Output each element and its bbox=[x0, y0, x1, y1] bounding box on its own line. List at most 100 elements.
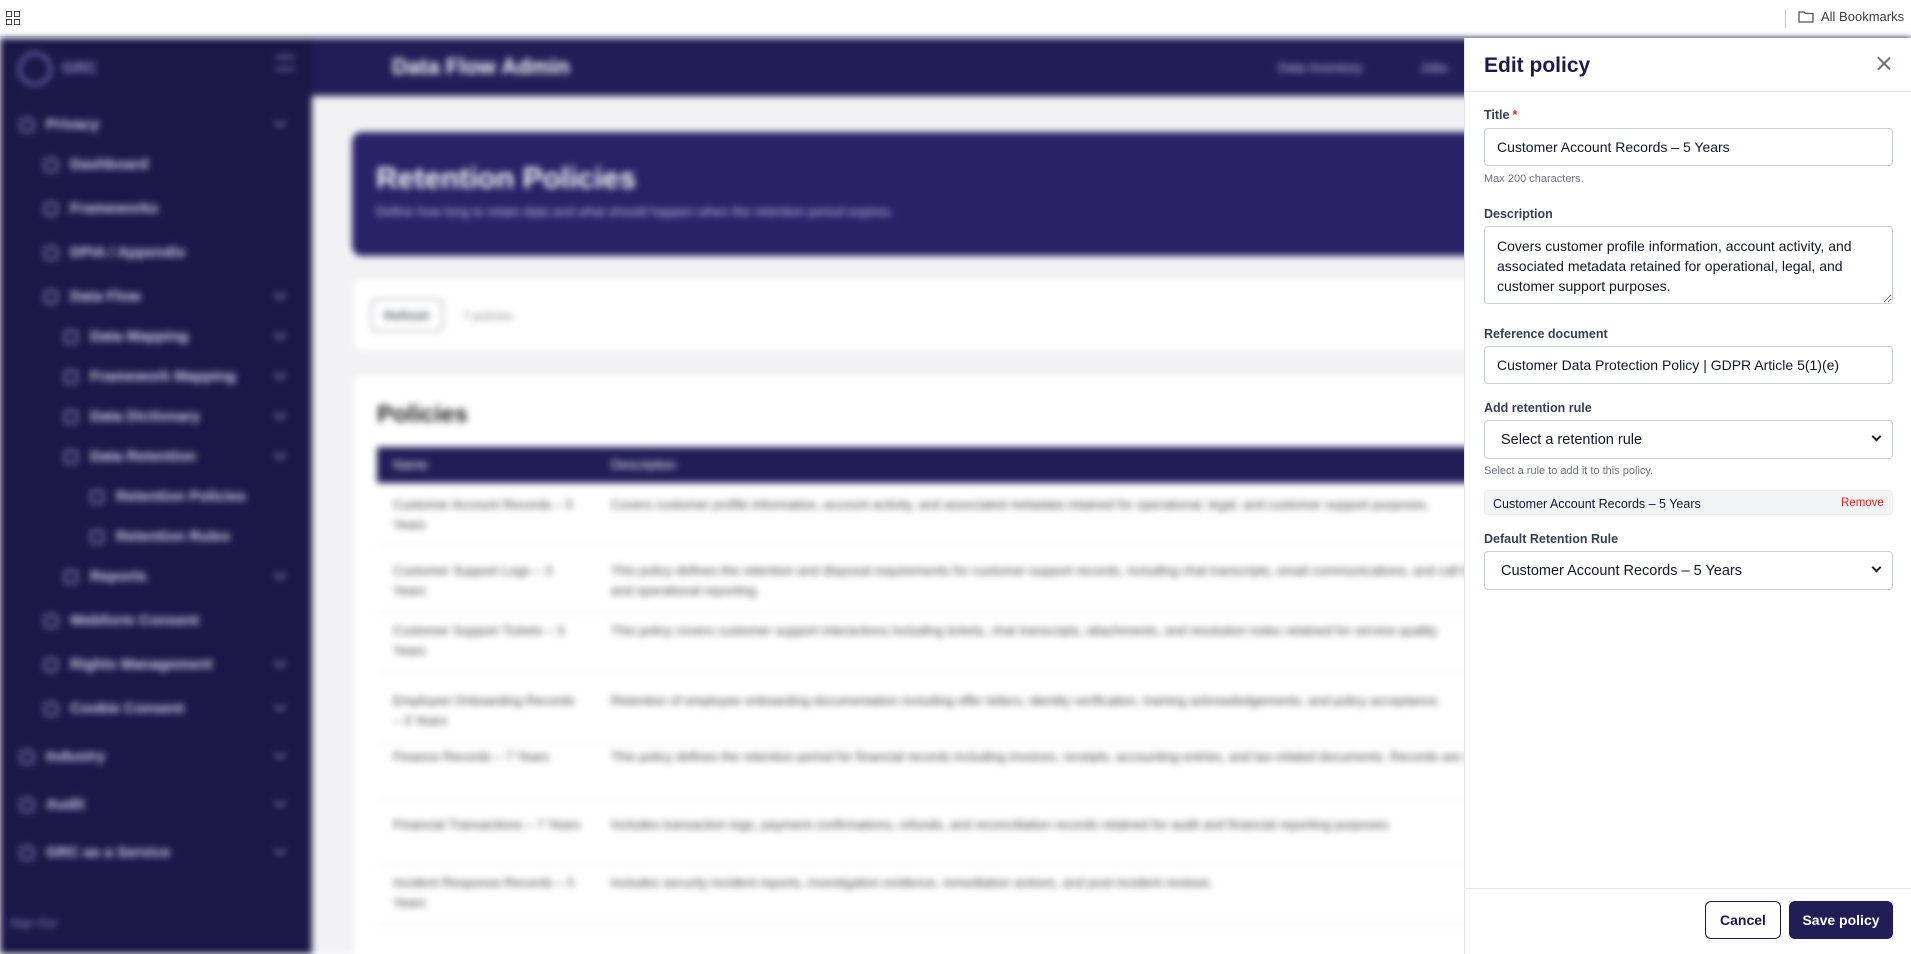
signout-link[interactable]: Sign Out bbox=[10, 916, 57, 930]
chevron-down-icon bbox=[274, 116, 286, 128]
chevron-down-icon bbox=[1871, 431, 1882, 442]
title-help-text: Max 200 characters. bbox=[1484, 173, 1584, 185]
sidebar-item-label: Privacy bbox=[46, 116, 100, 133]
chevron-down-icon bbox=[274, 328, 286, 340]
sidebar-item-icon bbox=[44, 201, 58, 216]
chevron-down-icon bbox=[274, 408, 286, 420]
chevron-down-icon bbox=[274, 656, 286, 668]
sidebar-item-label: Retention Policies bbox=[116, 488, 247, 505]
logo-mark-icon bbox=[18, 52, 52, 86]
reference-document-input[interactable] bbox=[1484, 346, 1893, 384]
all-bookmarks-label: All Bookmarks bbox=[1821, 9, 1905, 24]
header-link-data-inventory[interactable]: Data Inventory bbox=[1278, 60, 1363, 75]
sidebar-item-label: Framework Mapping bbox=[90, 368, 236, 385]
chevron-down-icon bbox=[1871, 562, 1882, 573]
sidebar-item[interactable]: Frameworks bbox=[44, 200, 158, 217]
sidebar-item-icon bbox=[90, 489, 104, 504]
apps-grid-icon[interactable] bbox=[6, 11, 20, 25]
sidebar-collapse-icon[interactable] bbox=[276, 56, 294, 70]
sidebar-item-label: Cookie Consent bbox=[70, 700, 185, 717]
sidebar-item-icon bbox=[20, 117, 34, 132]
cancel-button[interactable]: Cancel bbox=[1705, 901, 1781, 939]
sidebar-item-icon bbox=[20, 845, 34, 860]
close-icon[interactable] bbox=[1873, 53, 1895, 75]
refresh-button[interactable]: Refresh bbox=[371, 299, 443, 332]
sidebar-item-icon bbox=[90, 529, 104, 544]
add-retention-rule-select[interactable]: Select a retention rule bbox=[1484, 420, 1893, 459]
sidebar-item-label: Retention Rules bbox=[116, 528, 231, 545]
sidebar-item-icon bbox=[20, 797, 34, 812]
sidebar-item-label: DPIA / Appendix bbox=[70, 244, 186, 261]
sidebar-item-label: Data Mapping bbox=[90, 328, 189, 345]
title-input[interactable] bbox=[1484, 128, 1893, 166]
add-retention-rule-selected: Select a retention rule bbox=[1501, 432, 1643, 448]
chevron-down-icon bbox=[274, 368, 286, 380]
sidebar-item-label: Frameworks bbox=[70, 200, 159, 217]
default-retention-rule-label: Default Retention Rule bbox=[1484, 532, 1619, 546]
policy-name: Customer Support Logs – 3 Years bbox=[393, 563, 552, 598]
sidebar-item-label: Rights Management bbox=[70, 656, 213, 673]
logo-text: GRC bbox=[62, 60, 98, 77]
header-link-jobs[interactable]: Jobs bbox=[1420, 60, 1447, 75]
add-retention-rule-label: Add retention rule bbox=[1484, 401, 1592, 415]
policy-name: Financial Transactions – 7 Years bbox=[393, 817, 581, 832]
sidebar-item-label: Webform Consent bbox=[70, 612, 199, 629]
chevron-down-icon bbox=[274, 448, 286, 460]
sidebar-item[interactable]: Audit bbox=[20, 796, 84, 813]
sidebar-item-icon bbox=[64, 329, 78, 344]
sidebar-item-icon bbox=[20, 749, 34, 764]
policy-name: Incident Response Records – 5 Years bbox=[393, 875, 575, 910]
sidebar-item[interactable]: Dashboard bbox=[44, 156, 148, 173]
chevron-down-icon bbox=[274, 796, 286, 808]
sidebar-item[interactable]: GRC as a Service bbox=[20, 844, 170, 861]
edit-policy-drawer: Edit policy Title* Max 200 characters. D… bbox=[1464, 38, 1911, 954]
sidebar-item-label: Data Flow bbox=[70, 288, 141, 305]
policy-name: Customer Support Tickets – 3 Years bbox=[393, 623, 565, 658]
policies-heading: Policies bbox=[377, 401, 468, 428]
add-retention-rule-help: Select a rule to add it to this policy. bbox=[1484, 465, 1654, 477]
sidebar: GRC Privacy Dashboard Frameworks DPIA / App… bbox=[0, 38, 312, 954]
title-label-text: Title bbox=[1484, 108, 1510, 122]
all-bookmarks-button[interactable]: All Bookmarks bbox=[1798, 9, 1904, 24]
drawer-title: Edit policy bbox=[1484, 54, 1591, 77]
drawer-header: Edit policy bbox=[1465, 38, 1911, 92]
policy-name: Finance Records – 7 Years bbox=[393, 749, 550, 764]
sidebar-item[interactable]: Industry bbox=[20, 748, 105, 765]
sidebar-item[interactable]: Data Dictionary bbox=[64, 408, 200, 425]
sidebar-item[interactable]: Data Retention bbox=[64, 448, 196, 465]
policy-count: 7 policies bbox=[463, 309, 514, 323]
chevron-down-icon bbox=[274, 568, 286, 580]
sidebar-item[interactable]: Retention Rules bbox=[90, 528, 230, 545]
bookmarks-separator bbox=[1785, 9, 1786, 28]
sidebar-item[interactable]: Webform Consent bbox=[44, 612, 199, 629]
policy-name: Employee Onboarding Records – 3 Years bbox=[393, 693, 575, 728]
column-header-name: Name bbox=[393, 457, 428, 472]
sidebar-item-label: Dashboard bbox=[70, 156, 149, 173]
sidebar-item-icon bbox=[44, 657, 58, 672]
folder-icon bbox=[1798, 11, 1814, 23]
sidebar-item-label: Industry bbox=[46, 748, 106, 765]
description-textarea[interactable]: Covers customer profile information, acc… bbox=[1484, 226, 1893, 304]
added-rule-item: Customer Account Records – 5 Years Remov… bbox=[1484, 490, 1893, 515]
title-label: Title * bbox=[1484, 108, 1517, 122]
added-rule-name: Customer Account Records – 5 Years bbox=[1493, 497, 1701, 511]
sidebar-item[interactable]: Reports bbox=[64, 568, 147, 585]
bookmarks-bar: All Bookmarks bbox=[0, 0, 1911, 37]
chevron-down-icon bbox=[274, 844, 286, 856]
sidebar-item-icon bbox=[64, 409, 78, 424]
sidebar-item[interactable]: Privacy bbox=[20, 116, 99, 133]
column-header-description: Description bbox=[611, 457, 677, 472]
remove-rule-button[interactable]: Remove bbox=[1841, 497, 1884, 509]
default-retention-rule-select[interactable]: Customer Account Records – 5 Years bbox=[1484, 551, 1893, 590]
sidebar-item[interactable]: Data Flow bbox=[44, 288, 141, 305]
sidebar-item[interactable]: Rights Management bbox=[44, 656, 213, 673]
sidebar-item[interactable]: Cookie Consent bbox=[44, 700, 184, 717]
page-subtitle: Define how long to retain data and what … bbox=[376, 204, 894, 219]
sidebar-item-icon bbox=[44, 157, 58, 172]
sidebar-item[interactable]: DPIA / Appendix bbox=[44, 244, 186, 261]
sidebar-item[interactable]: Framework Mapping bbox=[64, 368, 236, 385]
sidebar-item[interactable]: Retention Policies bbox=[90, 488, 246, 505]
sidebar-item[interactable]: Data Mapping bbox=[64, 328, 188, 345]
save-policy-button[interactable]: Save policy bbox=[1789, 901, 1893, 939]
app-header-title: Data Flow Admin bbox=[392, 54, 570, 79]
